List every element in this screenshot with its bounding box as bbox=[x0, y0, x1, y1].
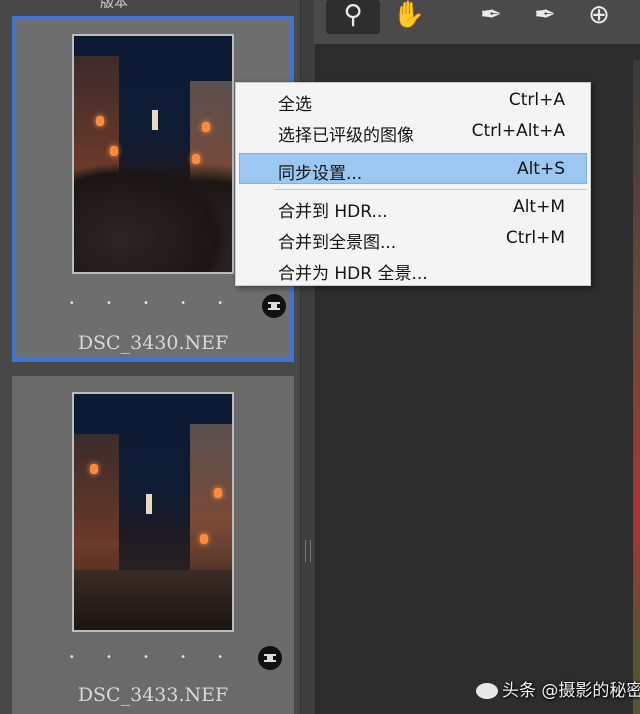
adjustments-badge-icon[interactable] bbox=[262, 294, 286, 318]
thumbnail-filename: DSC_3430.NEF bbox=[77, 332, 229, 354]
watermark-text: 头条 @摄影的秘密 bbox=[502, 681, 640, 701]
thumbnail-card-2[interactable]: • • • • • DSC_3433.NEF bbox=[12, 376, 294, 714]
menu-item-label: 选择已评级的图像 bbox=[278, 126, 414, 146]
menu-item-shortcut: Ctrl+M bbox=[505, 228, 565, 248]
watermark: 头条 @摄影的秘密 bbox=[476, 676, 640, 701]
star-rating[interactable]: • • • • • bbox=[16, 298, 290, 309]
context-menu: 全选 Ctrl+A 选择已评级的图像 Ctrl+Alt+A 同步设置... Al… bbox=[235, 82, 591, 286]
menu-separator bbox=[274, 189, 587, 190]
menu-item-label: 合并到全景图... bbox=[278, 233, 397, 253]
tool-bar: ⚲ ✋ ✒ ✒ ⊕ bbox=[314, 0, 640, 44]
menu-item-select-rated[interactable]: 选择已评级的图像 Ctrl+Alt+A bbox=[239, 116, 587, 147]
filmstrip-header-label: 版本 bbox=[100, 0, 128, 11]
menu-item-select-all[interactable]: 全选 Ctrl+A bbox=[239, 85, 587, 116]
menu-item-merge-hdr[interactable]: 合并到 HDR... Alt+M bbox=[239, 192, 587, 223]
thumbnail-image-2[interactable] bbox=[72, 392, 234, 632]
star-rating[interactable]: • • • • • bbox=[12, 652, 294, 663]
adjustments-badge-icon[interactable] bbox=[258, 646, 282, 670]
target-sample-icon[interactable]: ⊕ bbox=[572, 0, 626, 34]
menu-item-shortcut: Ctrl+Alt+A bbox=[471, 121, 565, 141]
zoom-icon[interactable]: ⚲ bbox=[326, 0, 380, 34]
menu-item-shortcut: Ctrl+A bbox=[508, 90, 565, 110]
menu-item-label: 同步设置... bbox=[278, 164, 363, 184]
menu-item-label: 全选 bbox=[278, 95, 312, 115]
eyedropper-icon[interactable]: ✒ bbox=[464, 0, 518, 34]
watermark-logo-icon bbox=[476, 683, 498, 699]
menu-item-shortcut: Alt+S bbox=[516, 159, 565, 179]
thumbnail-image-1[interactable] bbox=[72, 34, 234, 274]
eyedropper-plus-icon[interactable]: ✒ bbox=[518, 0, 572, 34]
hand-icon[interactable]: ✋ bbox=[382, 0, 436, 34]
thumbnail-filename: DSC_3433.NEF bbox=[77, 684, 229, 706]
menu-item-label: 合并到 HDR... bbox=[278, 202, 388, 222]
menu-item-sync-settings[interactable]: 同步设置... Alt+S bbox=[239, 153, 587, 184]
preview-image-edge bbox=[633, 60, 640, 714]
menu-item-merge-hdr-panorama[interactable]: 合并为 HDR 全景... bbox=[239, 254, 587, 285]
menu-item-label: 合并为 HDR 全景... bbox=[278, 264, 428, 284]
menu-item-shortcut: Alt+M bbox=[513, 197, 565, 217]
splitter-grip[interactable] bbox=[305, 540, 311, 562]
menu-item-merge-panorama[interactable]: 合并到全景图... Ctrl+M bbox=[239, 223, 587, 254]
